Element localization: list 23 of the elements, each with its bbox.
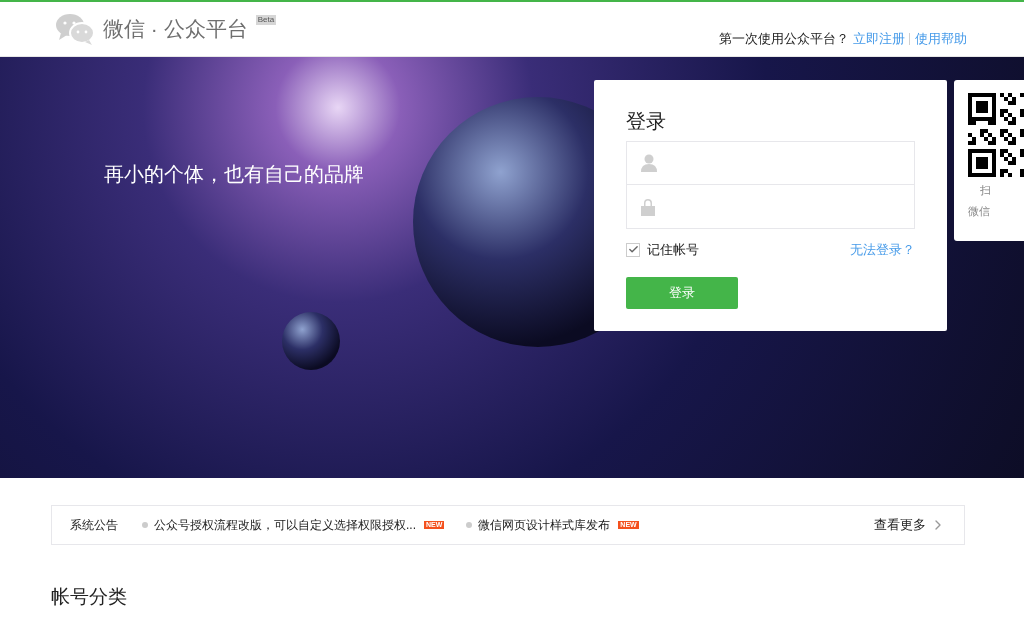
notice-link[interactable]: 微信网页设计样式库发布 <box>478 516 611 534</box>
header-link[interactable]: 使用帮助 <box>909 33 967 45</box>
user-icon <box>641 154 657 172</box>
logo-text: 微信 · 公众平台 <box>103 16 248 43</box>
beta-badge: Beta <box>255 15 277 25</box>
qr-caption: 微信 <box>968 203 991 219</box>
section-title: 帐号分类 <box>51 585 128 609</box>
signup-prompt: 第一次使用公众平台？ <box>719 30 849 49</box>
more-link[interactable]: 查看更多 <box>874 515 926 535</box>
remember-checkbox[interactable] <box>626 242 640 257</box>
qr-caption: 扫 <box>979 183 992 198</box>
login-title: 登录 <box>626 109 667 134</box>
remember-label: 记住帐号 <box>647 241 699 259</box>
login-button[interactable]: 登录 <box>626 276 738 309</box>
chat-bubbles-icon <box>55 13 95 45</box>
notice-link[interactable]: 公众号授权流程改版，可以自定义选择权限授权... <box>154 516 416 534</box>
header-link[interactable]: 立即注册 <box>853 29 905 49</box>
notice-label: 系统公告 <box>70 517 118 534</box>
login-help-link[interactable]: 无法登录？ <box>850 240 915 260</box>
lock-icon <box>641 197 655 216</box>
username-field[interactable] <box>626 141 915 185</box>
password-field[interactable] <box>626 185 915 229</box>
slogan: 再小的个体，也有自己的品牌 <box>104 162 364 187</box>
